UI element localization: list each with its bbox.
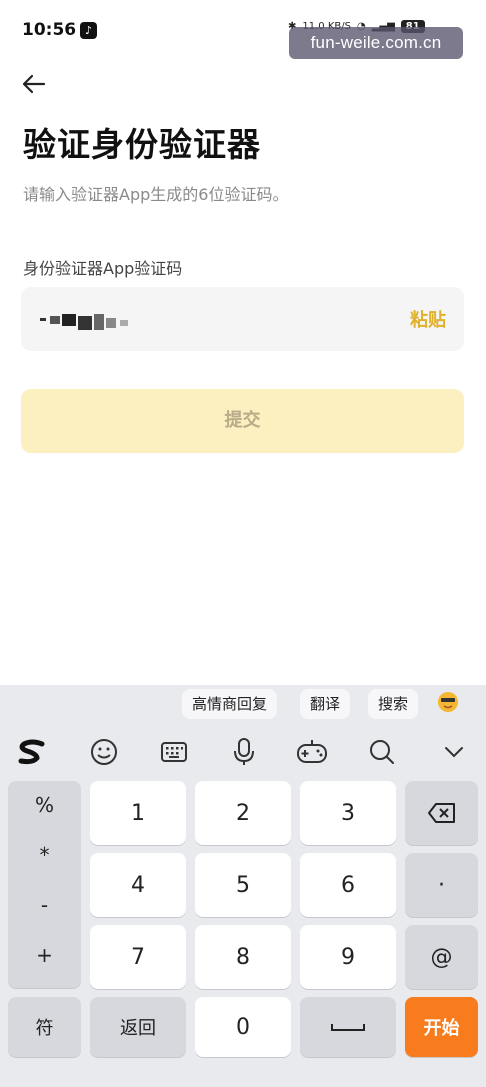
key-0[interactable]: 0 [195, 997, 291, 1057]
page-title: 验证身份验证器 [23, 125, 261, 164]
key-percent[interactable]: % [8, 793, 81, 817]
submit-button[interactable]: 提交 [21, 389, 464, 453]
status-time: 10:56 [22, 20, 77, 40]
key-5[interactable]: 5 [195, 853, 291, 917]
code-field-label: 身份验证器App验证码 [23, 259, 183, 278]
smile-icon[interactable] [86, 734, 122, 770]
watermark: fun-weile.com.cn [289, 27, 463, 59]
key-asterisk[interactable]: * [8, 843, 81, 867]
key-6[interactable]: 6 [300, 853, 396, 917]
start-key[interactable]: 开始 [405, 997, 478, 1057]
page-subtitle: 请输入验证器App生成的6位验证码。 [23, 185, 289, 204]
key-1[interactable]: 1 [90, 781, 186, 845]
suggestion-search[interactable]: 搜索 [368, 689, 419, 719]
sogou-logo-icon[interactable] [14, 734, 50, 770]
mic-icon[interactable] [226, 734, 262, 770]
symbol-column[interactable]: % * - + [8, 781, 81, 988]
emoji-face-icon[interactable] [436, 690, 460, 714]
gamepad-icon[interactable] [294, 734, 330, 770]
key-9[interactable]: 9 [300, 925, 396, 989]
back-arrow-icon [22, 74, 46, 94]
search-icon[interactable] [364, 734, 400, 770]
tiktok-icon: ♪ [80, 22, 97, 39]
back-key[interactable]: 返回 [90, 997, 186, 1057]
key-dot[interactable]: · [405, 853, 478, 917]
back-button[interactable] [20, 70, 50, 98]
backspace-icon [427, 803, 455, 823]
key-minus[interactable]: - [8, 893, 81, 917]
masked-code [40, 314, 128, 330]
paste-button[interactable]: 粘贴 [410, 306, 446, 332]
symbols-key[interactable]: 符 [8, 997, 81, 1057]
key-8[interactable]: 8 [195, 925, 291, 989]
key-4[interactable]: 4 [90, 853, 186, 917]
suggestion-gaoqingshang[interactable]: 高情商回复 [182, 689, 278, 719]
space-key[interactable] [300, 997, 396, 1057]
key-2[interactable]: 2 [195, 781, 291, 845]
keyboard-icon[interactable] [156, 734, 192, 770]
key-3[interactable]: 3 [300, 781, 396, 845]
backspace-key[interactable] [405, 781, 478, 845]
key-at[interactable]: @ [405, 925, 478, 989]
suggestion-translate[interactable]: 翻译 [300, 689, 351, 719]
keyboard-toolbar [0, 734, 486, 774]
key-plus[interactable]: + [8, 943, 81, 967]
chevron-down-icon[interactable] [436, 734, 472, 770]
space-icon [331, 1024, 365, 1031]
key-7[interactable]: 7 [90, 925, 186, 989]
